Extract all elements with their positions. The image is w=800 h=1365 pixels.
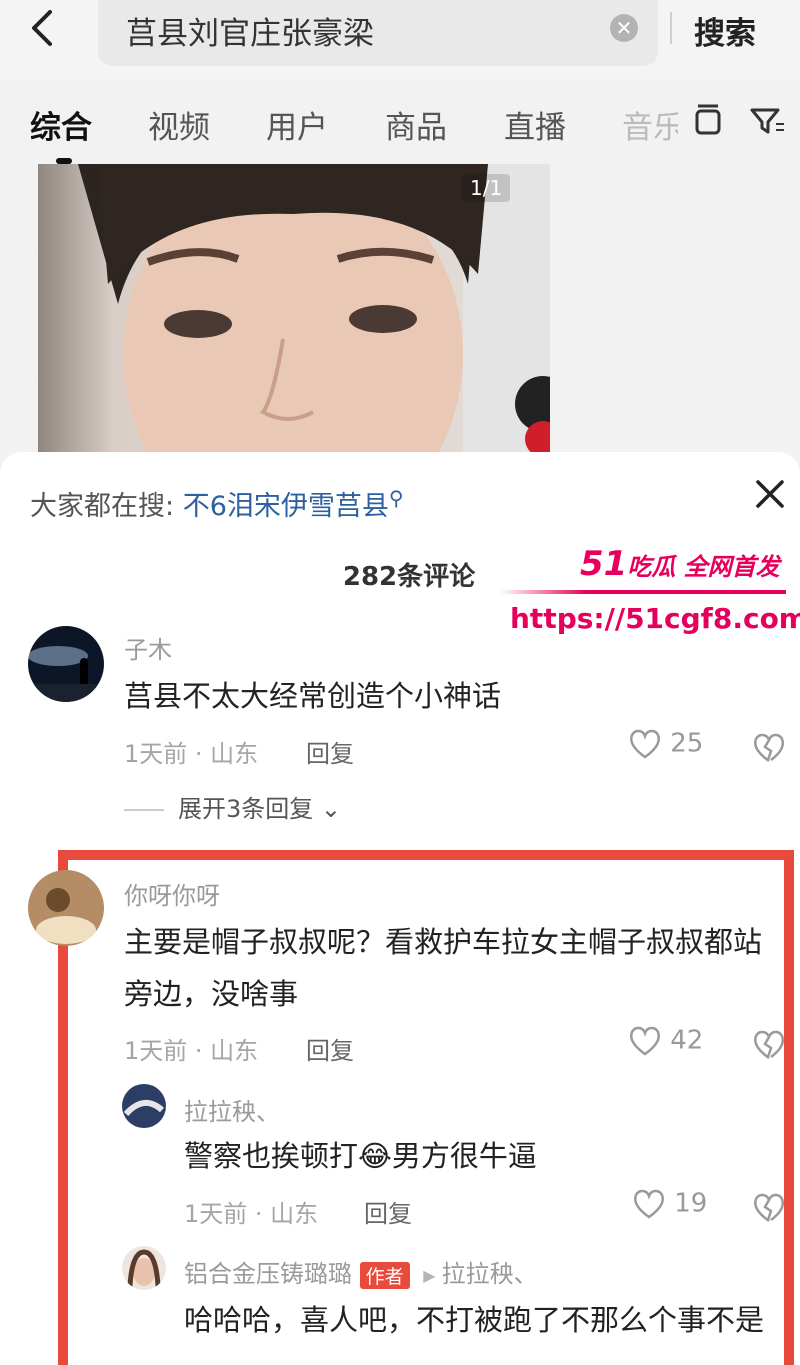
watermark-brand: 51吃瓜 全网首发 [580,544,780,584]
search-icon: ⚲ [388,486,404,510]
broken-heart-icon[interactable] [752,1029,786,1065]
comment-username[interactable]: 子木 [124,630,172,665]
clear-search-icon[interactable]: ✕ [610,14,638,42]
result-photo[interactable] [38,164,550,464]
reply-meta: 1天前 · 山东 [184,1200,319,1228]
avatar[interactable] [28,870,104,946]
tab-products[interactable]: 商品 [385,102,447,147]
close-icon[interactable] [752,476,788,512]
reply-button[interactable]: 回复 [306,734,354,769]
divider [124,809,164,811]
like-button[interactable]: 25 [628,728,703,760]
tab-live[interactable]: 直播 [504,102,566,147]
watermark-url: https://51cgf8.com [510,602,800,635]
top-bar: 莒县刘官庄张豪梁 ✕ 搜索 [0,0,800,80]
like-button[interactable]: 42 [628,1025,703,1057]
layout-toggle-icon[interactable] [692,102,724,142]
reply-button[interactable]: 回复 [364,1194,412,1229]
search-query-text: 莒县刘官庄张豪梁 [126,16,374,52]
filter-icon[interactable] [748,102,788,142]
image-count-badge: 1/1 [462,174,511,202]
comment-meta: 1天前 · 山东 [124,740,259,768]
comment-meta: 1天前 · 山东 [124,1037,259,1065]
tab-users[interactable]: 用户 [266,102,328,147]
reply-to-username[interactable]: 拉拉秧、 [442,1260,538,1288]
hot-search-term[interactable]: 不6泪宋伊雪莒县 [183,491,389,522]
reply-header: 铝合金压铸璐璐 作者 ▶ 拉拉秧、 [184,1254,538,1289]
reply-button[interactable]: 回复 [306,1031,354,1066]
divider [670,12,672,44]
back-arrow-icon[interactable] [22,6,66,50]
laughing-crying-emoji-icon: 😂 [358,1139,392,1173]
search-input[interactable]: 莒县刘官庄张豪梁 ✕ [98,0,658,66]
reply-text: 哈哈哈，喜人吧，不打被跑了不那么个事不是 [184,1303,765,1337]
search-button[interactable]: 搜索 [694,8,756,53]
reply-username[interactable]: 拉拉秧、 [184,1092,280,1127]
reply-username[interactable]: 铝合金压铸璐璐 [184,1260,352,1288]
comment-text: 主要是帽子叔叔呢？看救护车拉女主帽子叔叔都站旁边，没啥事 [124,925,763,1011]
broken-heart-icon[interactable] [752,732,786,768]
author-badge: 作者 [359,1261,410,1289]
watermark-line [500,590,786,594]
heart-icon [633,1189,665,1219]
tab-music[interactable]: 音乐 [622,102,678,147]
tab-video[interactable]: 视频 [148,102,210,147]
heart-icon [629,1026,661,1056]
reply-text: 警察也挨顿打😂男方很牛逼 [184,1130,764,1182]
tab-comprehensive[interactable]: 综合 [30,102,92,147]
expand-replies-label: 展开3条回复 [178,795,314,823]
like-count: 42 [670,1025,704,1056]
hot-search-bar[interactable]: 大家都在搜: 不6泪宋伊雪莒县⚲ [30,484,404,523]
avatar[interactable] [122,1246,166,1290]
category-tabs: 综合 视频 用户 商品 直播 音乐 [0,96,800,164]
reply-to-arrow-icon: ▶ [423,1265,436,1285]
avatar[interactable] [28,626,104,702]
hot-search-label: 大家都在搜: [30,491,175,522]
broken-heart-icon[interactable] [752,1192,786,1228]
watermark-brand-text: 吃瓜 全网首发 [627,553,780,581]
expand-replies-button[interactable]: 展开3条回复 ⌄ [124,789,341,824]
like-button[interactable]: 19 [632,1188,707,1220]
heart-icon [629,729,661,759]
watermark-51: 51 [580,544,628,584]
reply-text-part: 警察也挨顿打 [184,1139,359,1173]
comment-username[interactable]: 你呀你呀 [124,876,220,911]
watermark: 51吃瓜 全网首发 https://51cgf8.com [500,544,800,654]
comment-sheet: 大家都在搜: 不6泪宋伊雪莒县⚲ 282条评论 51吃瓜 全网首发 https:… [0,452,800,1365]
avatar[interactable] [122,1084,166,1128]
chevron-down-icon: ⌄ [320,795,342,823]
comment-text: 莒县不太大经常创造个小神话 [124,679,502,713]
like-count: 19 [674,1188,708,1219]
reply-text-part: 男方很牛逼 [391,1139,537,1173]
like-count: 25 [670,728,704,759]
